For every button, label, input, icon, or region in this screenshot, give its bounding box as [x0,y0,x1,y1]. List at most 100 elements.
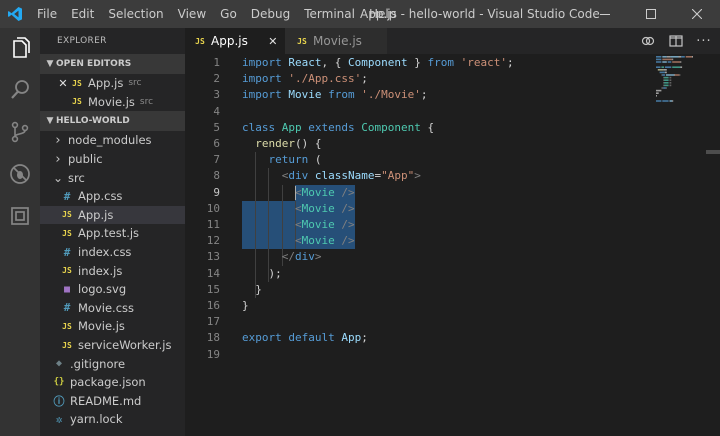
menu-debug[interactable]: Debug [244,0,297,28]
code-token: 'react' [460,56,507,69]
folder-name: node_modules [68,133,152,148]
code-token: div [288,169,309,183]
maximize-button[interactable] [628,0,674,28]
folder-item[interactable]: ⌄ src [40,168,185,187]
file-item[interactable]: ◆ .gitignore [40,354,185,373]
code-token: class [242,120,276,134]
code-line: 2 import './App.css'; [185,71,705,87]
menu-edit[interactable]: Edit [64,0,101,28]
debug-icon[interactable] [0,154,40,194]
open-editor-item[interactable]: JS Movie.js src [40,93,185,112]
code-line: 14 ); [185,266,705,282]
file-name: App.test.js [78,226,140,241]
code-line: 16} [185,298,705,314]
line-content: import './App.css'; [242,71,368,87]
file-item[interactable]: ✲ yarn.lock [40,410,185,429]
file-item[interactable]: ⓘ README.md [40,392,185,411]
file-name: Movie.js [78,319,125,334]
menu-go[interactable]: Go [213,0,244,28]
code-token: ; [361,331,368,345]
chevron-right-icon: › [55,132,61,148]
code-editor[interactable]: 1 import React, { Component } from 'react… [185,54,720,436]
menu-file[interactable]: File [30,0,64,28]
split-editor-icon[interactable] [668,34,684,48]
json-file-icon: {} [53,377,65,388]
folder-item[interactable]: › node_modules [40,131,185,150]
code-token: import [242,56,282,69]
more-actions-icon[interactable]: ··· [696,34,712,49]
file-item[interactable]: # App.css [40,187,185,206]
file-item[interactable]: # index.css [40,243,185,262]
line-content: <Movie /> [242,185,355,201]
code-token: className [314,169,375,183]
menu-selection[interactable]: Selection [101,0,170,28]
code-token: /> [341,185,355,199]
project-section[interactable]: ▼ HELLO-WORLD [40,111,185,132]
line-number: 15 [206,282,220,296]
code-token: from [427,56,454,69]
file-item[interactable]: ■ logo.svg [40,280,185,299]
line-content: class App extends Component { [242,120,434,136]
close-editor-icon[interactable]: ✕ [56,77,70,90]
open-editors-section[interactable]: ▼ OPEN EDITORS [40,54,185,74]
open-editor-item[interactable]: ✕ JS App.js src [40,74,185,93]
code-token: < [294,218,302,231]
code-token: import [242,88,282,102]
line-number: 2 [213,72,220,86]
chevron-right-icon: › [55,151,61,167]
line-number: 13 [206,250,220,264]
file-item[interactable]: JS Movie.js [40,317,185,336]
line-number: 4 [213,104,220,118]
line-number: 5 [213,120,220,134]
editor-scrollbar[interactable] [706,54,720,436]
file-item[interactable]: # Movie.css [40,299,185,318]
folder-name: src [68,170,85,185]
code-line: 3 import Movie from './Movie'; [185,87,705,103]
maximize-icon [646,9,656,19]
menu-terminal[interactable]: Terminal [297,0,362,28]
source-control-icon[interactable] [0,112,40,152]
code-token: Component [348,56,408,69]
search-icon[interactable] [0,70,40,110]
code-token: Movie [301,234,335,248]
line-number: 14 [206,266,220,280]
title-bar: File Edit Selection View Go Debug Terminal Help… [0,0,720,28]
open-editors-label: OPEN EDITORS [56,59,132,69]
git-file-icon: ◆ [55,358,63,370]
line-number: 11 [206,218,220,231]
close-tab-icon[interactable]: ✕ [266,35,280,48]
file-item[interactable]: {} package.json [40,373,185,392]
open-changes-icon[interactable] [640,34,656,48]
tab-movie-js[interactable]: JS Movie.js [285,28,387,54]
close-window-button[interactable] [674,0,720,28]
line-number: 10 [206,201,220,215]
explorer-icon[interactable] [0,28,40,68]
scrollbar-thumb[interactable] [706,150,720,154]
minimize-button[interactable] [582,0,628,28]
file-name: logo.svg [78,282,127,297]
code-token: } [242,299,249,312]
extensions-icon[interactable] [0,196,40,236]
js-file-icon: JS [62,340,72,350]
file-item[interactable]: JS serviceWorker.js [40,336,185,355]
line-content: render() { [242,136,321,152]
code-token: /> [341,218,355,231]
file-name: index.js [78,263,123,278]
code-line: 4 [185,104,705,120]
code-line: 7 return ( [185,152,705,168]
code-token: from [328,88,355,102]
svg-file-icon: ■ [63,283,71,295]
menu-view[interactable]: View [171,0,213,28]
folder-item[interactable]: › public [40,150,185,169]
line-content: <Movie /> [242,217,355,233]
tab-app-js[interactable]: JS App.js ✕ [185,28,285,54]
code-token: default [288,331,335,345]
file-item[interactable]: JS App.test.js [40,224,185,243]
file-item[interactable]: JS App.js [40,205,185,225]
code-token: < [294,201,302,215]
code-token: ; [361,72,368,86]
file-item[interactable]: JS index.js [40,261,185,280]
chevron-down-icon: ⌄ [52,170,64,185]
